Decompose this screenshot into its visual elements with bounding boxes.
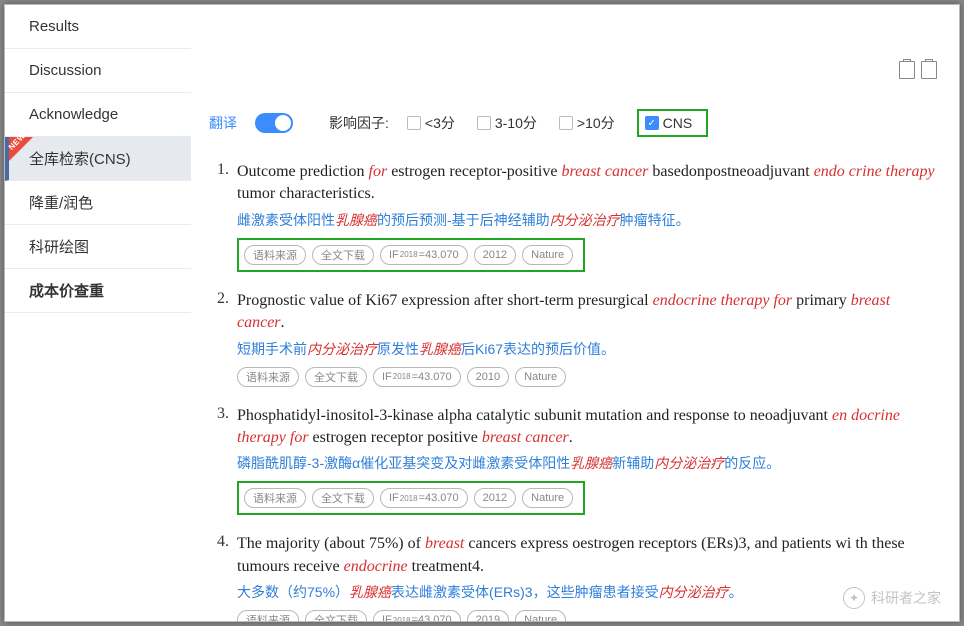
tag-impact-factor[interactable]: IF2018=43.070 bbox=[373, 610, 461, 621]
translate-toggle[interactable] bbox=[255, 113, 293, 133]
result-translation: 雌激素受体阳性乳腺癌的预后预测-基于后神经辅助内分泌治疗肿瘤特征。 bbox=[237, 210, 941, 230]
delete-icon[interactable] bbox=[921, 61, 937, 79]
tag-download[interactable]: 全文下载 bbox=[305, 367, 367, 387]
filter-checkbox-label: <3分 bbox=[425, 113, 455, 133]
tag-download[interactable]: 全文下载 bbox=[305, 610, 367, 621]
result-translation: 短期手术前内分泌治疗原发性乳腺癌后Ki67表达的预后价值。 bbox=[237, 339, 941, 359]
filter-checkbox-label: >10分 bbox=[577, 113, 615, 133]
result-body: Phosphatidyl-inositol-3-kinase alpha cat… bbox=[237, 405, 941, 516]
result-number: 1. bbox=[209, 161, 237, 272]
sidebar-item-label: Results bbox=[29, 18, 79, 35]
result-item: 1.Outcome prediction for estrogen recept… bbox=[209, 161, 941, 272]
result-item: 4.The majority (about 75%) of breast can… bbox=[209, 533, 941, 621]
top-action-icons bbox=[899, 61, 937, 79]
result-number: 3. bbox=[209, 405, 237, 516]
filter-checkbox[interactable]: <3分 bbox=[407, 113, 455, 133]
impact-factor-label: 影响因子: bbox=[329, 113, 389, 133]
result-title[interactable]: Phosphatidyl-inositol-3-kinase alpha cat… bbox=[237, 405, 941, 450]
filter-checkbox[interactable]: CNS bbox=[637, 109, 709, 137]
tag-impact-factor[interactable]: IF2018=43.070 bbox=[373, 367, 461, 387]
tag-source[interactable]: 语料来源 bbox=[244, 488, 306, 508]
result-item: 2.Prognostic value of Ki67 expression af… bbox=[209, 290, 941, 387]
tag-journal[interactable]: Nature bbox=[522, 245, 573, 265]
tag-journal[interactable]: Nature bbox=[515, 367, 566, 387]
tag-source[interactable]: 语料来源 bbox=[237, 367, 299, 387]
result-title[interactable]: Prognostic value of Ki67 expression afte… bbox=[237, 290, 941, 335]
result-body: The majority (about 75%) of breast cance… bbox=[237, 533, 941, 621]
sidebar-item[interactable]: Discussion bbox=[5, 49, 191, 93]
tag-impact-factor[interactable]: IF2018=43.070 bbox=[380, 488, 468, 508]
tag-source[interactable]: 语料来源 bbox=[244, 245, 306, 265]
sidebar-item[interactable]: 科研绘图 bbox=[5, 225, 191, 269]
checkbox-icon bbox=[559, 116, 573, 130]
watermark-text: 科研者之家 bbox=[871, 588, 941, 608]
sidebar-item-label: 降重/润色 bbox=[29, 192, 93, 213]
sidebar-item-label: Acknowledge bbox=[29, 106, 118, 123]
tag-year[interactable]: 2019 bbox=[467, 610, 509, 621]
sidebar-item[interactable]: Results bbox=[5, 5, 191, 49]
tag-download[interactable]: 全文下载 bbox=[312, 245, 374, 265]
wechat-icon: ✦ bbox=[843, 587, 865, 609]
result-number: 2. bbox=[209, 290, 237, 387]
result-title[interactable]: Outcome prediction for estrogen receptor… bbox=[237, 161, 941, 206]
tag-year[interactable]: 2012 bbox=[474, 488, 516, 508]
copy-icon[interactable] bbox=[899, 61, 915, 79]
tag-source[interactable]: 语料来源 bbox=[237, 610, 299, 621]
translate-label: 翻译 bbox=[209, 113, 237, 133]
sidebar-item-label: 科研绘图 bbox=[29, 236, 89, 257]
sidebar-item[interactable]: 成本价查重 bbox=[5, 269, 191, 313]
result-tags: 语料来源全文下载 IF2018=43.070 2012 Nature bbox=[237, 481, 585, 515]
sidebar-item[interactable]: Acknowledge bbox=[5, 93, 191, 137]
new-ribbon-icon: NEW bbox=[9, 137, 33, 161]
watermark: ✦ 科研者之家 bbox=[843, 587, 941, 609]
results-list: 1.Outcome prediction for estrogen recept… bbox=[209, 161, 941, 621]
result-item: 3.Phosphatidyl-inositol-3-kinase alpha c… bbox=[209, 405, 941, 516]
tag-year[interactable]: 2012 bbox=[474, 245, 516, 265]
sidebar-item-label: Discussion bbox=[29, 62, 102, 79]
app-frame: Results Discussion Acknowledge NEW全库检索(CNS)… bbox=[4, 4, 960, 622]
main-content: 翻译 影响因子: <3分 3-10分 >10分 CNS 1.Outcome predi… bbox=[191, 5, 959, 621]
result-tags: 语料来源全文下载 IF2018=43.070 2010 Nature bbox=[237, 367, 941, 387]
filter-checkbox[interactable]: 3-10分 bbox=[477, 113, 537, 133]
checkbox-icon bbox=[477, 116, 491, 130]
result-tags: 语料来源全文下载 IF2018=43.070 2012 Nature bbox=[237, 238, 585, 272]
result-translation: 大多数（约75%）乳腺癌表达雌激素受体(ERs)3，这些肿瘤患者接受内分泌治疗。 bbox=[237, 582, 941, 602]
tag-journal[interactable]: Nature bbox=[522, 488, 573, 508]
checkbox-icon bbox=[645, 116, 659, 130]
sidebar-item[interactable]: 降重/润色 bbox=[5, 181, 191, 225]
tag-journal[interactable]: Nature bbox=[515, 610, 566, 621]
sidebar: Results Discussion Acknowledge NEW全库检索(CNS)… bbox=[5, 5, 191, 621]
checkbox-icon bbox=[407, 116, 421, 130]
filter-checkbox[interactable]: >10分 bbox=[559, 113, 615, 133]
result-body: Prognostic value of Ki67 expression afte… bbox=[237, 290, 941, 387]
tag-year[interactable]: 2010 bbox=[467, 367, 509, 387]
filter-checkbox-label: 3-10分 bbox=[495, 113, 537, 133]
result-body: Outcome prediction for estrogen receptor… bbox=[237, 161, 941, 272]
result-title[interactable]: The majority (about 75%) of breast cance… bbox=[237, 533, 941, 578]
sidebar-item-label: 成本价查重 bbox=[29, 280, 104, 301]
tag-impact-factor[interactable]: IF2018=43.070 bbox=[380, 245, 468, 265]
result-number: 4. bbox=[209, 533, 237, 621]
tag-download[interactable]: 全文下载 bbox=[312, 488, 374, 508]
sidebar-item[interactable]: NEW全库检索(CNS) bbox=[5, 137, 191, 181]
sidebar-item-label: 全库检索(CNS) bbox=[29, 148, 131, 169]
filter-checkbox-label: CNS bbox=[663, 115, 693, 131]
result-tags: 语料来源全文下载 IF2018=43.070 2019 Nature bbox=[237, 610, 941, 621]
result-translation: 磷脂酰肌醇-3-激酶α催化亚基突变及对雌激素受体阳性乳腺癌新辅助内分泌治疗的反应… bbox=[237, 453, 941, 473]
filter-bar: 翻译 影响因子: <3分 3-10分 >10分 CNS bbox=[209, 101, 941, 145]
